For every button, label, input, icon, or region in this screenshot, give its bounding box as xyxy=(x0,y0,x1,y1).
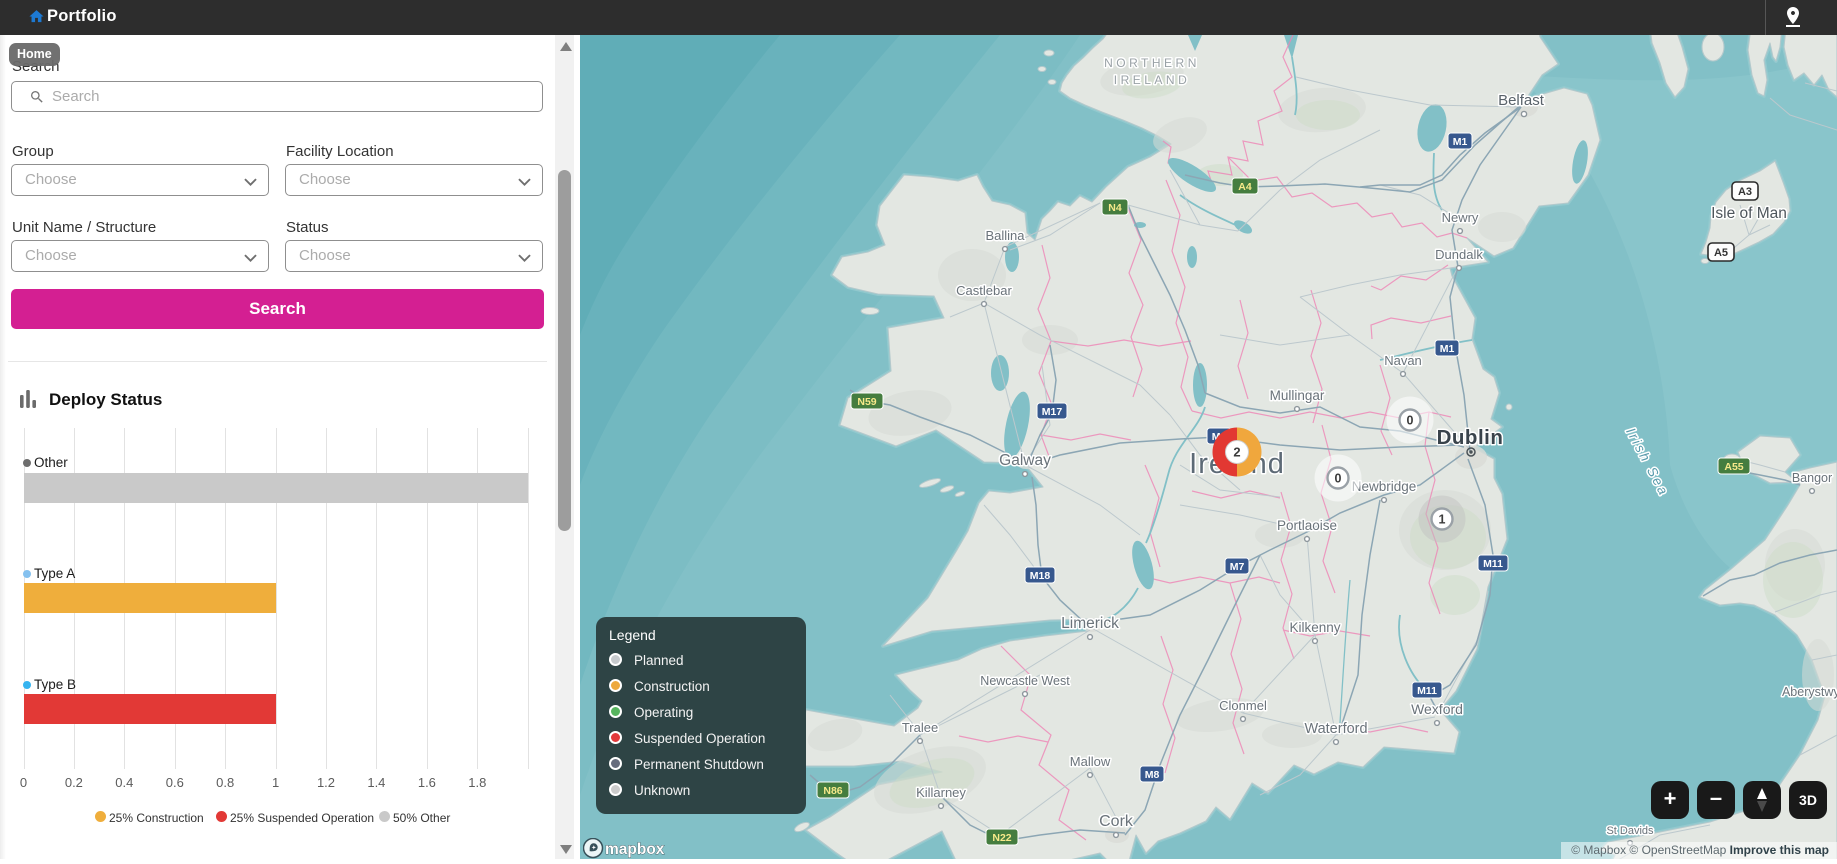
svg-text:Waterford: Waterford xyxy=(1304,721,1367,737)
svg-text:Mullingar: Mullingar xyxy=(1270,388,1325,403)
svg-text:Clonmel: Clonmel xyxy=(1219,698,1267,713)
svg-text:A55: A55 xyxy=(1724,461,1743,473)
svg-text:0: 0 xyxy=(1407,414,1414,428)
svg-text:Newbridge: Newbridge xyxy=(1352,479,1417,494)
svg-text:Aberystwyth: Aberystwyth xyxy=(1782,685,1837,699)
svg-text:M1: M1 xyxy=(1453,136,1468,148)
svg-text:Navan: Navan xyxy=(1384,353,1422,368)
svg-text:Galway: Galway xyxy=(999,452,1051,469)
svg-text:Cork: Cork xyxy=(1099,813,1134,830)
svg-text:M18: M18 xyxy=(1030,570,1051,582)
svg-text:M8: M8 xyxy=(1145,769,1160,781)
svg-text:Bangor: Bangor xyxy=(1792,471,1832,485)
svg-text:A5: A5 xyxy=(1714,247,1728,259)
svg-text:IRELAND: IRELAND xyxy=(1114,73,1191,87)
svg-text:Mallow: Mallow xyxy=(1070,754,1111,769)
svg-text:Newcastle West: Newcastle West xyxy=(980,674,1070,688)
svg-text:Castlebar: Castlebar xyxy=(956,283,1012,298)
svg-text:Isle of Man: Isle of Man xyxy=(1711,205,1787,222)
svg-text:M11: M11 xyxy=(1483,558,1503,570)
svg-text:A3: A3 xyxy=(1738,186,1752,198)
svg-text:0: 0 xyxy=(1335,472,1342,486)
svg-text:Kilkenny: Kilkenny xyxy=(1289,620,1340,635)
svg-text:NORTHERN: NORTHERN xyxy=(1104,56,1200,70)
svg-text:N59: N59 xyxy=(857,396,876,408)
svg-text:M1: M1 xyxy=(1440,343,1455,355)
svg-text:Wexford: Wexford xyxy=(1411,701,1463,717)
svg-text:Limerick: Limerick xyxy=(1061,615,1119,632)
svg-text:Newry: Newry xyxy=(1442,210,1479,225)
svg-text:M17: M17 xyxy=(1042,406,1063,418)
svg-text:2: 2 xyxy=(1233,445,1240,460)
svg-text:St Davids: St Davids xyxy=(1606,825,1654,837)
svg-text:N86: N86 xyxy=(823,785,842,797)
svg-text:Tralee: Tralee xyxy=(902,720,938,735)
svg-text:N4: N4 xyxy=(1108,202,1122,214)
svg-text:Portlaoise: Portlaoise xyxy=(1277,518,1337,533)
svg-text:M7: M7 xyxy=(1230,561,1245,573)
svg-text:A4: A4 xyxy=(1238,181,1252,193)
svg-text:Dundalk: Dundalk xyxy=(1435,247,1483,262)
svg-text:Killarney: Killarney xyxy=(916,785,966,800)
svg-text:M11: M11 xyxy=(1417,685,1437,697)
svg-text:mapbox: mapbox xyxy=(605,841,665,858)
svg-text:1: 1 xyxy=(1439,513,1446,527)
svg-text:Belfast: Belfast xyxy=(1498,92,1545,109)
svg-text:Ballina: Ballina xyxy=(985,228,1025,243)
svg-text:N22: N22 xyxy=(992,832,1011,844)
svg-text:Dublin: Dublin xyxy=(1437,426,1504,449)
